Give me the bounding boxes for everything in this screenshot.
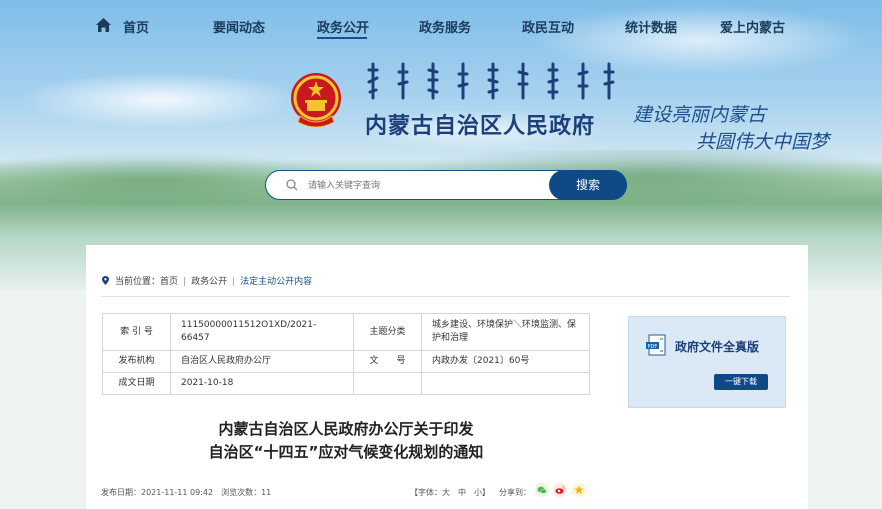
breadcrumb-separator: | <box>183 277 187 287</box>
search-icon <box>286 179 298 191</box>
breadcrumb-separator: | <box>232 277 236 287</box>
wechat-icon[interactable] <box>535 483 549 497</box>
mongolian-script-logo <box>367 62 615 100</box>
one-click-download-button[interactable]: 一键下载 <box>714 374 768 390</box>
gov-title: 内蒙古自治区人民政府 <box>365 114 596 139</box>
svg-text:PDF: PDF <box>648 344 658 350</box>
nav-interaction[interactable]: 政民互动 <box>522 17 574 36</box>
document-title-line-1: 内蒙古自治区人民政府办公厅关于印发 <box>218 420 474 438</box>
empty-cell <box>353 372 422 395</box>
document-title-line-2: 自治区“十四五”应对气候变化规划的通知 <box>208 443 484 461</box>
publish-info: 发布日期：2021-11-11 09:42 浏览次数：11 <box>101 488 272 497</box>
breadcrumb-prefix: 当前位置： <box>115 277 161 287</box>
nav-home[interactable]: 首页 <box>123 17 149 36</box>
issuer-label: 发布机构 <box>102 350 171 373</box>
docno-label: 文 号 <box>353 350 422 373</box>
topic-label: 主题分类 <box>353 313 422 351</box>
breadcrumb: 当前位置：首页 | 政务公开 | 法定主动公开内容 <box>101 274 312 287</box>
index-label: 索 引 号 <box>102 313 171 351</box>
slogan-line-1: 建设亮丽内蒙古 <box>633 104 767 126</box>
breadcrumb-gov-open[interactable]: 政务公开 <box>191 277 227 287</box>
nav-news[interactable]: 要闻动态 <box>213 17 265 36</box>
nav-statistics[interactable]: 统计数据 <box>625 17 677 36</box>
document-title: 内蒙古自治区人民政府办公厅关于印发 自治区“十四五”应对气候变化规划的通知 <box>102 418 590 464</box>
topic-value: 城乡建设、环境保护＼环境监测、保护和治理 <box>421 313 590 351</box>
nav-gov-affairs-open[interactable]: 政务公开 <box>317 17 369 36</box>
qzone-star-icon[interactable] <box>572 483 586 497</box>
home-icon <box>96 18 111 32</box>
breadcrumb-current[interactable]: 法定主动公开内容 <box>240 277 312 287</box>
docno-value: 内政办发〔2021〕60号 <box>421 350 590 373</box>
document-meta-table: 索 引 号 11150000011512O1XD/2021-66457 主题分类… <box>102 313 590 395</box>
gov-document-card-title: 政府文件全真版 <box>675 340 760 354</box>
breadcrumb-home[interactable]: 首页 <box>160 277 178 287</box>
top-nav: 首页 要闻动态 政务公开 政务服务 政民互动 统计数据 爱上内蒙古 <box>0 0 882 50</box>
nav-gov-services[interactable]: 政务服务 <box>419 17 471 36</box>
gov-document-card <box>628 316 786 408</box>
issuer-value: 自治区人民政府办公厅 <box>170 350 354 373</box>
nav-love-inner-mongolia[interactable]: 爱上内蒙古 <box>720 17 785 36</box>
search-input[interactable] <box>306 176 545 196</box>
font-size-control[interactable]: 【字体：大 中 小】 <box>410 487 490 498</box>
pdf-document-icon: PDF <box>646 334 666 356</box>
date-label: 成文日期 <box>102 372 171 395</box>
index-value: 11150000011512O1XD/2021-66457 <box>170 313 354 351</box>
nav-active-indicator <box>317 37 367 39</box>
weibo-icon[interactable] <box>553 483 567 497</box>
date-value: 2021-10-18 <box>170 372 354 395</box>
national-emblem-icon <box>291 73 341 128</box>
search-button[interactable]: 搜索 <box>549 170 627 200</box>
breadcrumb-divider <box>101 296 790 297</box>
slogan-line-2: 共圆伟大中国梦 <box>696 131 830 153</box>
empty-cell <box>421 372 590 395</box>
share-label: 分享到： <box>499 488 531 497</box>
